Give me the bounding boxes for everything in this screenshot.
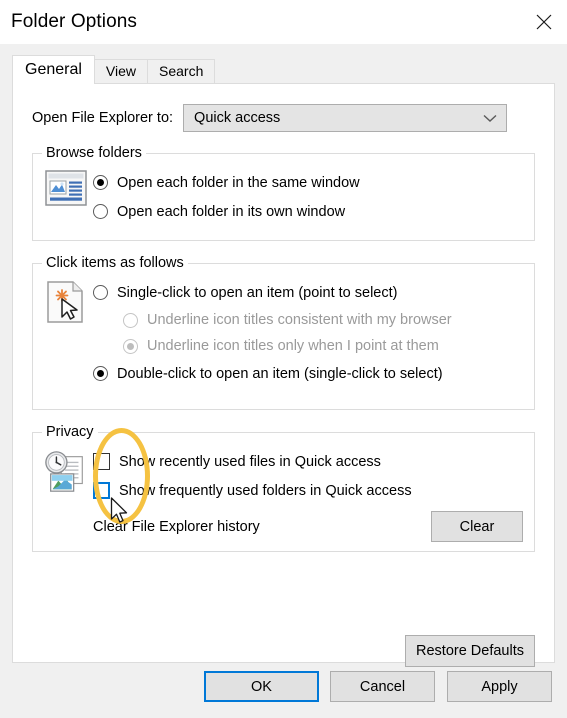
- document-click-icon: [43, 278, 89, 388]
- privacy-group: Privacy Show recently used files in Quic…: [32, 424, 535, 552]
- open-explorer-label: Open File Explorer to:: [32, 110, 174, 126]
- open-explorer-row: Open File Explorer to: Quick access: [32, 104, 554, 132]
- clear-history-label: Clear File Explorer history: [93, 519, 260, 535]
- radio-indicator: [93, 204, 108, 219]
- radio-indicator: [93, 285, 108, 300]
- window-title: Folder Options: [11, 11, 138, 32]
- radio-double-click-label: Double-click to open an item (single-cli…: [117, 365, 443, 382]
- radio-own-window[interactable]: Open each folder in its own window: [93, 197, 534, 226]
- open-explorer-value: Quick access: [194, 110, 281, 126]
- checkbox-indicator: [93, 482, 110, 499]
- close-x-icon: [533, 11, 555, 33]
- radio-double-click[interactable]: Double-click to open an item (single-cli…: [93, 359, 534, 388]
- checkbox-indicator: [93, 453, 110, 470]
- checkbox-frequent-folders[interactable]: Show frequently used folders in Quick ac…: [93, 476, 534, 505]
- chevron-down-icon: [483, 110, 497, 126]
- close-button[interactable]: [521, 0, 567, 44]
- checkbox-recent-files-label: Show recently used files in Quick access: [119, 453, 381, 470]
- open-explorer-dropdown[interactable]: Quick access: [183, 104, 508, 132]
- browse-folders-options: Open each folder in the same window Open…: [89, 168, 534, 226]
- radio-indicator: [93, 175, 108, 190]
- radio-indicator: [123, 338, 138, 354]
- tab-content-panel: Open File Explorer to: Quick access Brow…: [12, 83, 555, 667]
- click-items-options: Single-click to open an item (point to s…: [89, 278, 534, 388]
- tab-view[interactable]: View: [93, 59, 149, 84]
- apply-button[interactable]: Apply: [447, 671, 552, 702]
- checkbox-recent-files[interactable]: Show recently used files in Quick access: [93, 447, 534, 476]
- dialog-footer: OK Cancel Apply: [0, 658, 567, 718]
- radio-same-window-label: Open each folder in the same window: [117, 174, 360, 191]
- tab-search[interactable]: Search: [147, 59, 216, 84]
- radio-single-click[interactable]: Single-click to open an item (point to s…: [93, 278, 534, 307]
- checkbox-frequent-folders-label: Show frequently used folders in Quick ac…: [119, 482, 412, 499]
- radio-indicator: [123, 312, 138, 328]
- clock-documents-icon: [43, 447, 89, 543]
- click-items-group: Click items as follows Single-click to o…: [32, 255, 535, 410]
- radio-underline-browser-label: Underline icon titles consistent with my…: [147, 312, 452, 328]
- radio-indicator: [93, 366, 108, 381]
- ok-button[interactable]: OK: [204, 671, 319, 702]
- clear-button[interactable]: Clear: [431, 511, 523, 542]
- tab-strip: General View Search: [0, 55, 567, 84]
- browse-folders-group: Browse folders Open each folder in the s…: [32, 145, 535, 241]
- restore-defaults-button[interactable]: Restore Defaults: [405, 635, 535, 667]
- radio-underline-browser: Underline icon titles consistent with my…: [93, 307, 534, 333]
- radio-same-window[interactable]: Open each folder in the same window: [93, 168, 534, 197]
- radio-single-click-label: Single-click to open an item (point to s…: [117, 284, 398, 301]
- cancel-button[interactable]: Cancel: [330, 671, 435, 702]
- radio-own-window-label: Open each folder in its own window: [117, 203, 346, 220]
- title-bar: Folder Options: [0, 0, 567, 44]
- window-preview-icon: [43, 168, 89, 226]
- radio-underline-point: Underline icon titles only when I point …: [93, 333, 534, 359]
- tab-general[interactable]: General: [12, 55, 95, 84]
- radio-underline-point-label: Underline icon titles only when I point …: [147, 338, 439, 354]
